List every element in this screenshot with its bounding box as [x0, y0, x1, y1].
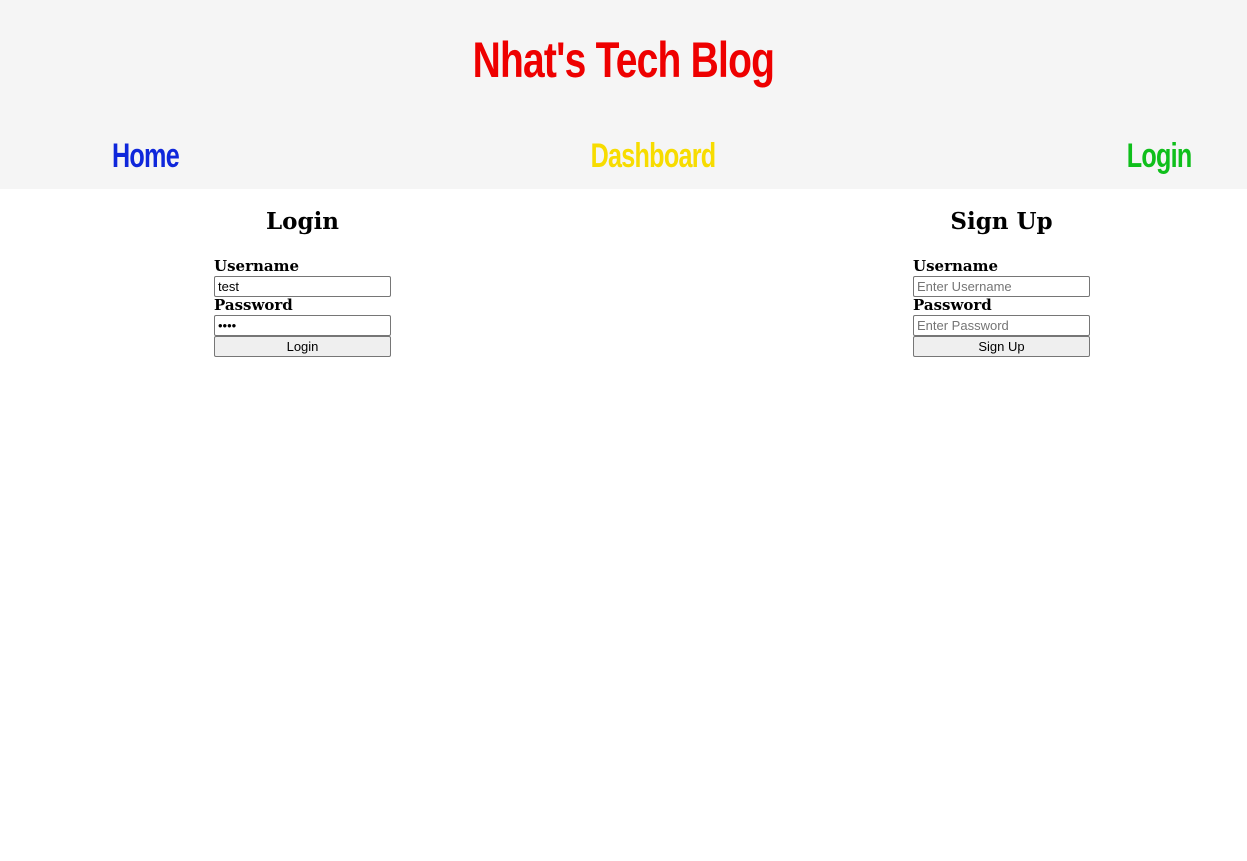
signup-password-label: Password — [913, 296, 992, 314]
site-header: Nhat's Tech Blog Home Dashboard Login — [0, 0, 1247, 189]
login-password-input[interactable] — [214, 315, 391, 336]
signup-username-label: Username — [913, 257, 999, 275]
signup-form-title: Sign Up — [950, 208, 1053, 235]
nav-dashboard-link[interactable]: Dashboard — [505, 133, 801, 179]
login-button[interactable]: Login — [214, 336, 391, 357]
login-username-input[interactable] — [214, 276, 391, 297]
login-password-label: Password — [214, 296, 293, 314]
login-form-title: Login — [265, 208, 340, 235]
site-title: Nhat's Tech Blog — [472, 32, 775, 88]
signup-button[interactable]: Sign Up — [913, 336, 1090, 357]
nav-home-link[interactable]: Home — [112, 133, 180, 179]
signup-password-input[interactable] — [913, 315, 1090, 336]
nav-login-link[interactable]: Login — [1127, 133, 1193, 179]
signup-username-input[interactable] — [913, 276, 1090, 297]
signup-form: Sign Up Username Password Sign Up — [913, 205, 1090, 357]
login-form: Login Username Password Login — [214, 205, 391, 357]
login-username-label: Username — [214, 257, 300, 275]
